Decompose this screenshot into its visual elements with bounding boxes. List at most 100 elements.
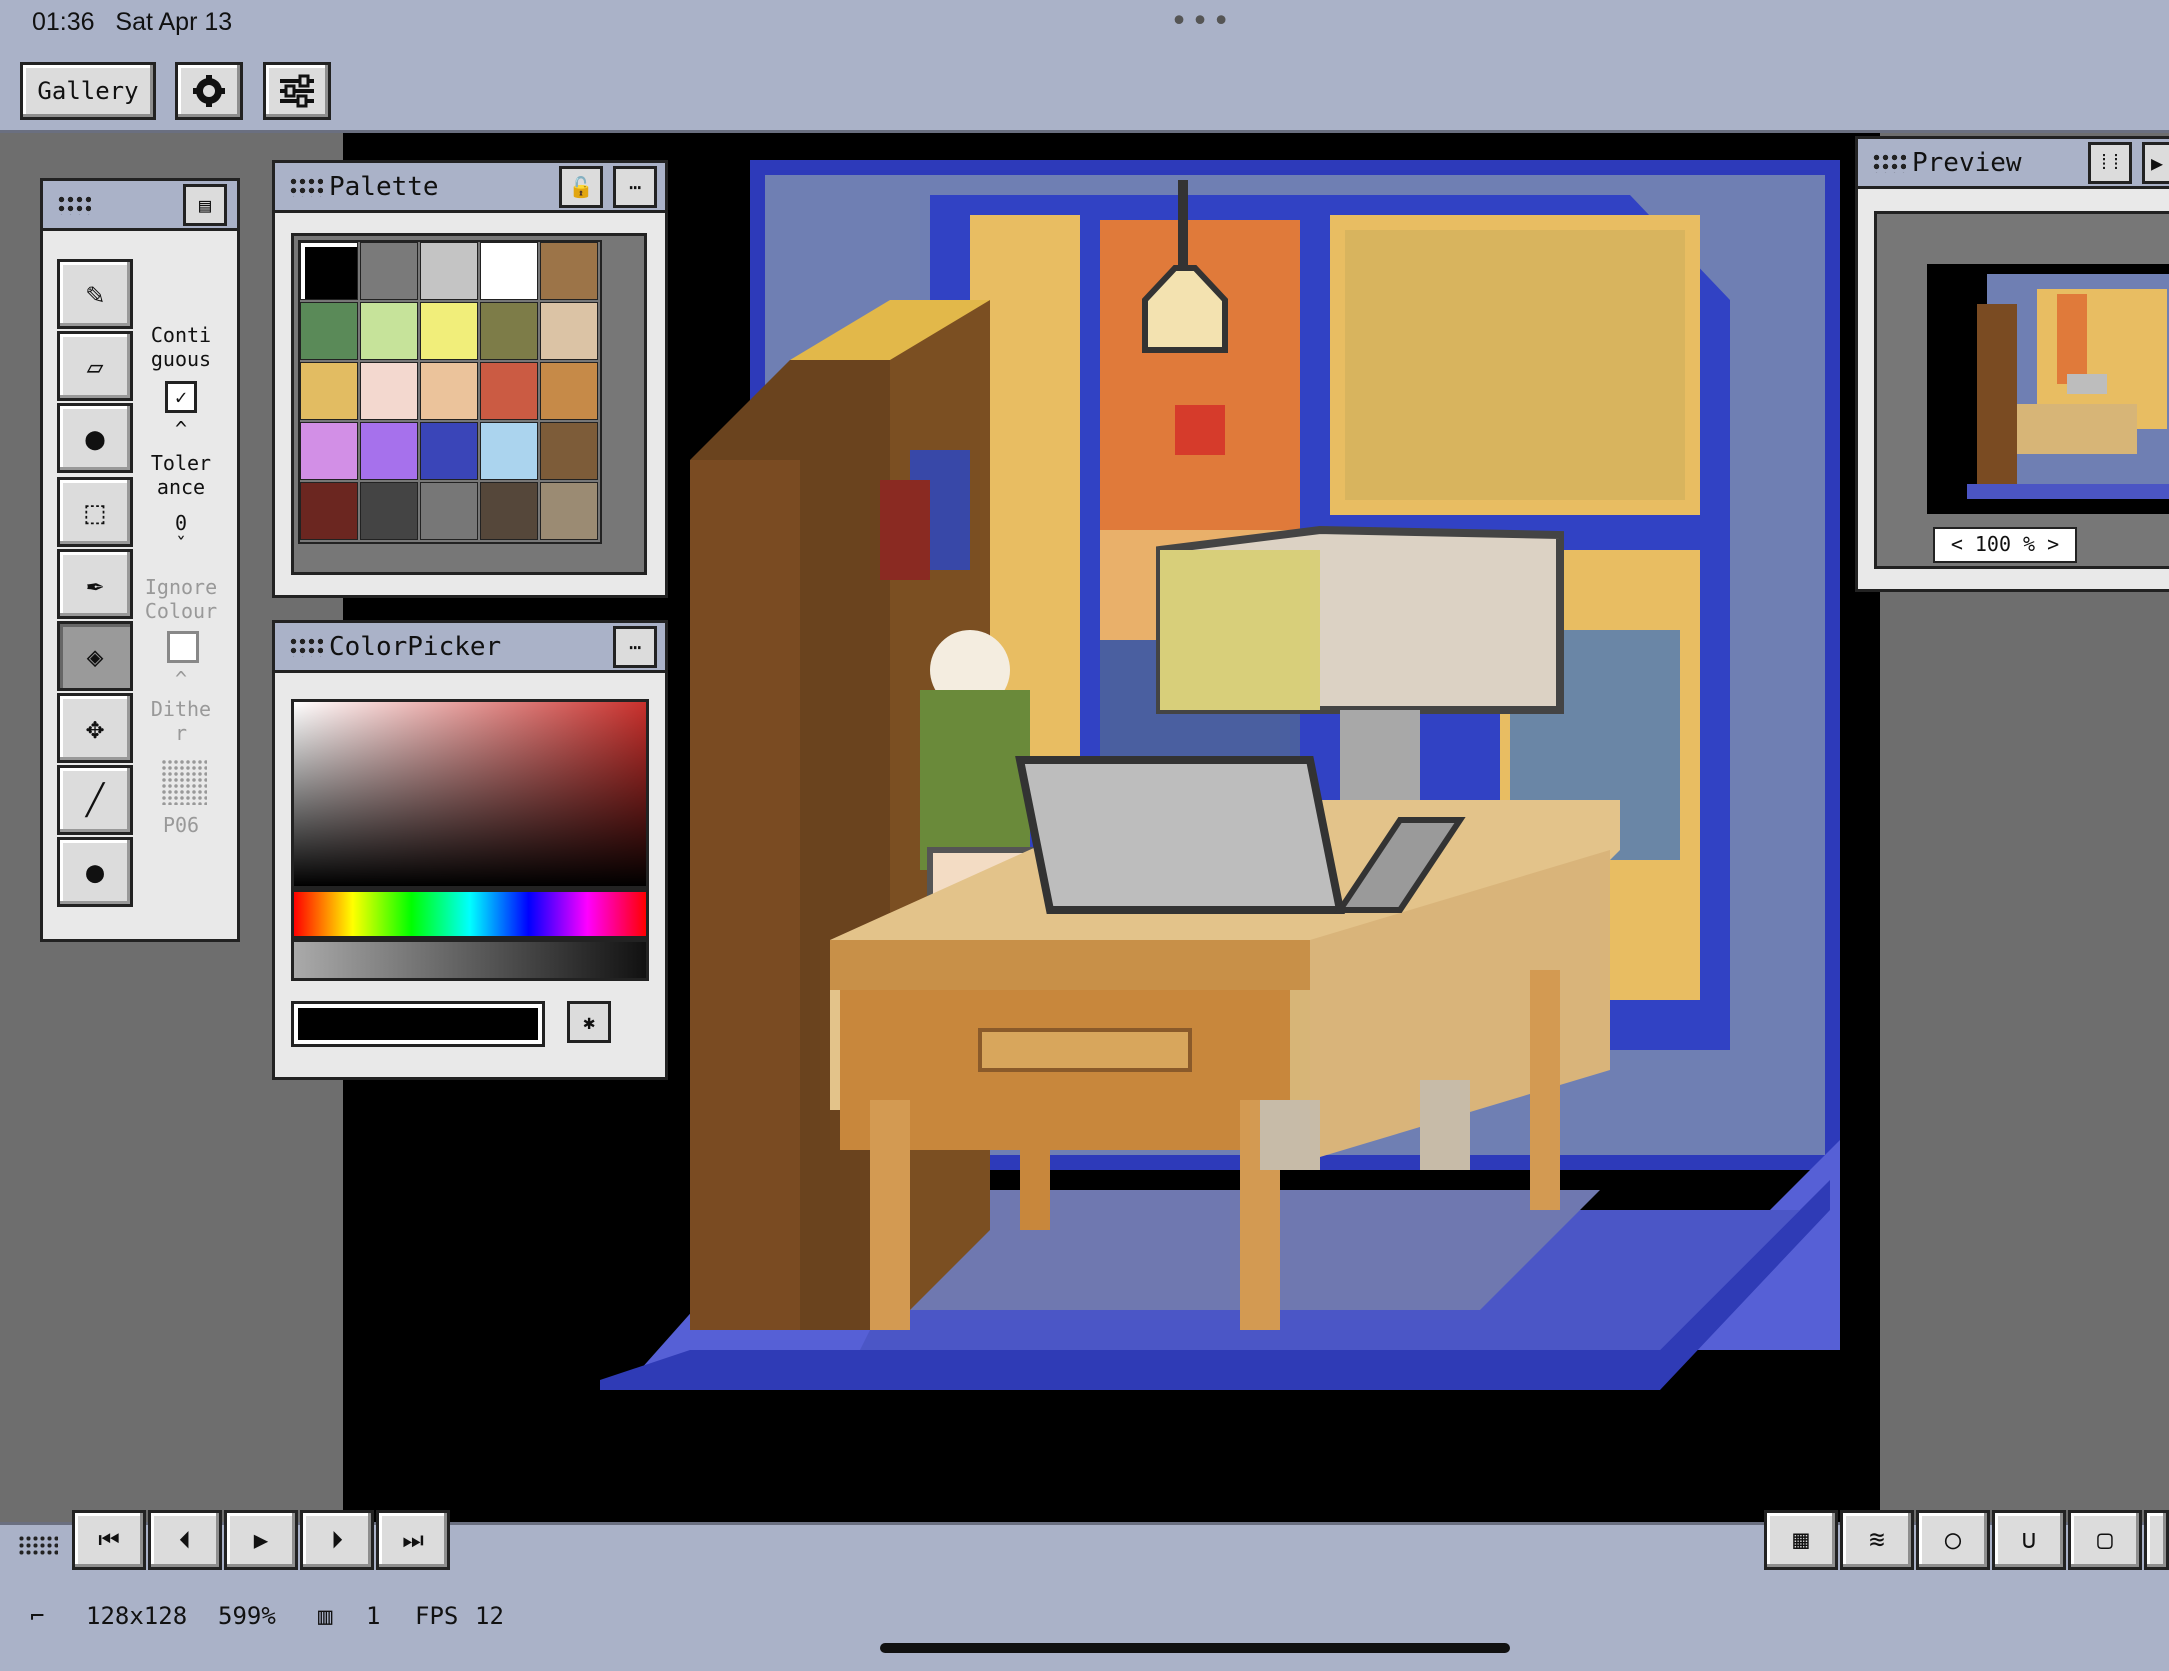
- smudge-tool[interactable]: ●: [57, 837, 133, 907]
- more-button[interactable]: [2144, 1510, 2169, 1570]
- select-tool[interactable]: ⬚: [57, 477, 133, 547]
- saturation-field[interactable]: [291, 699, 649, 889]
- status-bar: 01:36 Sat Apr 13 •••: [0, 0, 2169, 48]
- ignore-colour-label: Ignore Colour: [144, 575, 218, 623]
- palette-swatch[interactable]: [420, 422, 478, 480]
- alpha-slider[interactable]: [291, 939, 649, 981]
- frame-button[interactable]: ▢: [2068, 1510, 2142, 1570]
- line-tool[interactable]: ╱: [57, 765, 133, 835]
- home-indicator[interactable]: [880, 1643, 1510, 1653]
- palette-swatch[interactable]: [420, 242, 478, 300]
- palette-swatch[interactable]: [480, 242, 538, 300]
- menu-icon: ⋯: [628, 634, 642, 659]
- gear-icon: [193, 75, 225, 107]
- palette-swatch[interactable]: [480, 422, 538, 480]
- grid-toggle-button[interactable]: ▦: [1764, 1510, 1838, 1570]
- preview-panel: Preview ⁞⁞ ▶ < 100 % >: [1855, 136, 2169, 592]
- preview-play-button[interactable]: ▶: [2142, 141, 2169, 184]
- palette-swatch[interactable]: [300, 362, 358, 420]
- first-frame-button[interactable]: ⏮: [72, 1510, 146, 1570]
- play-icon: ▶: [253, 1526, 269, 1554]
- colorpicker-title: ColorPicker: [329, 631, 502, 662]
- palette-swatch[interactable]: [360, 482, 418, 540]
- drag-grip-icon[interactable]: [57, 194, 91, 215]
- palette-swatch[interactable]: [360, 302, 418, 360]
- zoom-level: 599%: [218, 1602, 276, 1630]
- magnet-button[interactable]: ∪: [1992, 1510, 2066, 1570]
- lasso-button[interactable]: ◯: [1916, 1510, 1990, 1570]
- preview-grid-button[interactable]: ⁞⁞: [2088, 141, 2132, 184]
- colorpicker-header[interactable]: ColorPicker ⋯: [275, 623, 665, 673]
- drag-grip-icon[interactable]: [289, 176, 323, 197]
- settings-button[interactable]: [175, 62, 243, 120]
- preview-zoom-stepper[interactable]: < 100 % >: [1933, 527, 2077, 563]
- eyedropper-tool[interactable]: ✒: [57, 549, 133, 619]
- palette-swatch[interactable]: [300, 482, 358, 540]
- palette-swatch[interactable]: [540, 362, 598, 420]
- ignore-colour-checkbox[interactable]: [167, 631, 199, 663]
- brush-tool[interactable]: ●: [57, 403, 133, 473]
- grid-icon: ▦: [1793, 1525, 1809, 1555]
- palette-header[interactable]: Palette 🔓 ⋯: [275, 163, 665, 213]
- palette-swatch[interactable]: [540, 302, 598, 360]
- pencil-tool[interactable]: ✎: [57, 259, 133, 329]
- eraser-tool[interactable]: ▱: [57, 331, 133, 401]
- palette-swatch[interactable]: [540, 242, 598, 300]
- adjustments-button[interactable]: [263, 62, 331, 120]
- frame-icon: ▢: [2097, 1525, 2113, 1555]
- hue-slider[interactable]: [291, 889, 649, 939]
- palette-swatch[interactable]: [540, 482, 598, 540]
- contiguous-checkbox[interactable]: ✓: [165, 381, 197, 413]
- palette-menu-button[interactable]: ⋯: [613, 165, 657, 208]
- drag-grip-icon[interactable]: [289, 636, 323, 657]
- frames-icon: ▥: [318, 1602, 333, 1630]
- palette-swatch[interactable]: [480, 362, 538, 420]
- palette-lock-button[interactable]: 🔓: [559, 165, 603, 208]
- fps-label: FPS: [415, 1602, 459, 1630]
- gallery-button[interactable]: Gallery: [20, 62, 156, 120]
- palette-swatch[interactable]: [300, 302, 358, 360]
- drop-icon: ●: [85, 854, 105, 890]
- tools-panel-header[interactable]: ▤: [43, 181, 237, 231]
- preview-frame: < 100 % >: [1874, 211, 2169, 569]
- pencil-icon: ✎: [85, 276, 105, 312]
- layers-icon: ≋: [1869, 1525, 1885, 1555]
- palette-swatch[interactable]: [420, 362, 478, 420]
- frame-count: 1: [366, 1602, 381, 1630]
- palette-swatch[interactable]: [360, 422, 418, 480]
- pixel-art-room[interactable]: [600, 150, 1840, 1520]
- eyedropper-icon: ✒: [86, 567, 104, 601]
- panel-toggle-button[interactable]: ▤: [183, 183, 227, 226]
- color-mode-button[interactable]: ✱: [567, 1001, 611, 1043]
- palette-swatch[interactable]: [360, 242, 418, 300]
- fill-tool[interactable]: ◈: [57, 621, 133, 691]
- drag-grip-icon[interactable]: [1872, 152, 1906, 173]
- next-frame-button[interactable]: ⏵: [300, 1510, 374, 1570]
- colorpicker-panel: ColorPicker ⋯ ✱: [272, 620, 668, 1080]
- palette-swatch[interactable]: [420, 302, 478, 360]
- more-dots[interactable]: •••: [1170, 4, 1233, 39]
- current-color-swatch: [298, 1008, 538, 1040]
- play-button[interactable]: ▶: [224, 1510, 298, 1570]
- move-tool[interactable]: ✥: [57, 693, 133, 763]
- palette-grid-area: [291, 233, 647, 575]
- preview-header[interactable]: Preview ⁞⁞ ▶: [1858, 139, 2169, 189]
- layers-button[interactable]: ≋: [1840, 1510, 1914, 1570]
- dither-pattern-swatch[interactable]: [161, 759, 207, 805]
- preview-thumbnail[interactable]: [1927, 264, 2169, 514]
- timeline-grip-icon[interactable]: [18, 1535, 58, 1557]
- palette-swatch[interactable]: [420, 482, 478, 540]
- contiguous-label: Conti guous: [150, 323, 212, 371]
- canvas-size-icon: ⌐: [30, 1602, 45, 1630]
- palette-swatch[interactable]: [480, 302, 538, 360]
- palette-swatch[interactable]: [300, 242, 358, 300]
- prev-frame-button[interactable]: ⏴: [148, 1510, 222, 1570]
- current-color-field[interactable]: [291, 1001, 545, 1047]
- last-frame-button[interactable]: ⏭: [376, 1510, 450, 1570]
- colorpicker-menu-button[interactable]: ⋯: [613, 625, 657, 668]
- palette-swatch[interactable]: [360, 362, 418, 420]
- palette-swatch[interactable]: [300, 422, 358, 480]
- palette-swatch[interactable]: [480, 482, 538, 540]
- palette-swatch[interactable]: [540, 422, 598, 480]
- tolerance-value[interactable]: 0: [141, 511, 221, 535]
